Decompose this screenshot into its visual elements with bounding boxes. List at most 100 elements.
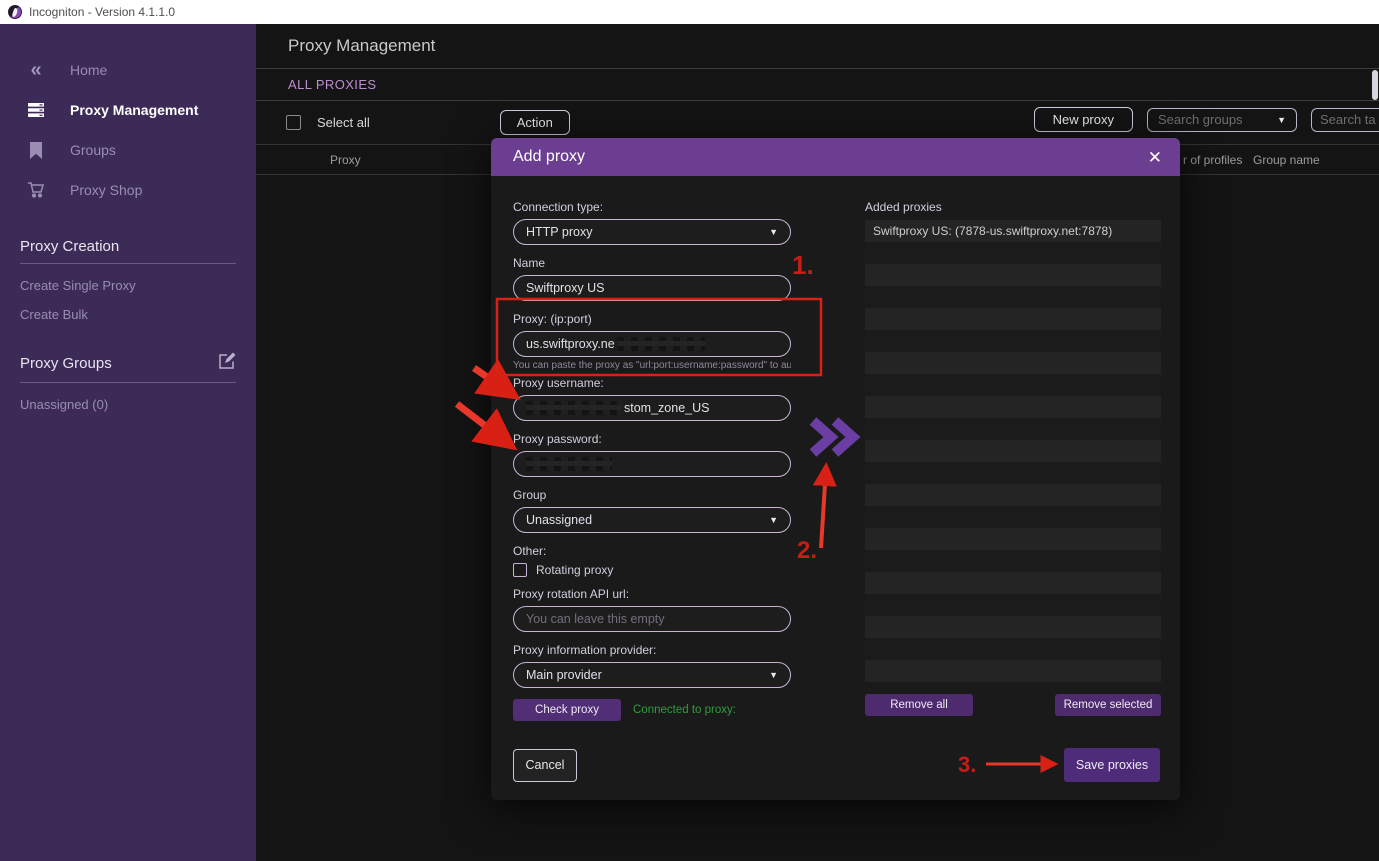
password-input[interactable] — [513, 451, 791, 477]
connection-type-label: Connection type: — [513, 200, 791, 214]
added-proxy-row[interactable] — [865, 330, 1161, 352]
proxy-help-text: You can paste the proxy as "url:port:use… — [513, 360, 791, 371]
search-groups-dropdown[interactable]: Search groups ▼ — [1147, 108, 1297, 132]
column-header-proxy: Proxy — [330, 153, 361, 167]
close-icon[interactable]: ✕ — [1148, 149, 1162, 166]
edit-icon[interactable] — [218, 352, 236, 374]
search-groups-placeholder: Search groups — [1158, 112, 1243, 127]
chevron-down-icon: ▼ — [769, 515, 778, 525]
added-proxy-row[interactable] — [865, 286, 1161, 308]
provider-value: Main provider — [526, 668, 602, 682]
added-proxy-row[interactable] — [865, 264, 1161, 286]
added-proxy-row[interactable] — [865, 594, 1161, 616]
added-proxy-row[interactable] — [865, 638, 1161, 660]
scrollbar-thumb[interactable] — [1372, 70, 1378, 100]
added-proxy-row[interactable] — [865, 396, 1161, 418]
select-all-label: Select all — [317, 115, 370, 130]
chevron-down-icon: ▼ — [1277, 115, 1286, 125]
sidebar-item-label: Proxy Management — [70, 102, 198, 118]
section-title: Proxy Groups — [20, 355, 112, 372]
connection-type-dropdown[interactable]: HTTP proxy ▼ — [513, 219, 791, 245]
sidebar-item-groups[interactable]: Groups — [0, 130, 256, 170]
sidebar-item-proxy-shop[interactable]: Proxy Shop — [0, 170, 256, 210]
username-value: stom_zone_US — [624, 401, 709, 415]
added-proxy-row[interactable] — [865, 550, 1161, 572]
collapse-icon[interactable]: « — [26, 60, 46, 80]
app-logo-icon — [8, 5, 22, 19]
added-proxy-row[interactable]: Swiftproxy US: (7878-us.swiftproxy.net:7… — [865, 220, 1161, 242]
bookmark-icon — [26, 142, 46, 159]
check-proxy-button[interactable]: Check proxy — [513, 699, 621, 721]
search-tags-placeholder: Search ta — [1320, 112, 1376, 127]
rotation-api-label: Proxy rotation API url: — [513, 587, 791, 601]
sidebar-item-home[interactable]: « Home — [0, 50, 256, 90]
app-title: Incogniton - Version 4.1.1.0 — [29, 5, 175, 19]
provider-label: Proxy information provider: — [513, 643, 791, 657]
other-label: Other: — [513, 544, 791, 558]
redacted-blur — [617, 337, 705, 351]
search-tags-input[interactable]: Search ta — [1311, 108, 1379, 132]
add-proxy-modal: Add proxy ✕ Connection type: HTTP proxy … — [491, 138, 1180, 800]
sidebar-section-proxy-creation: Proxy Creation Create Single Proxy Creat… — [20, 238, 236, 322]
name-label: Name — [513, 256, 791, 270]
added-proxies-label: Added proxies — [865, 200, 1161, 214]
modal-header: Add proxy ✕ — [491, 138, 1180, 176]
provider-dropdown[interactable]: Main provider ▼ — [513, 662, 791, 688]
remove-selected-button[interactable]: Remove selected — [1055, 694, 1161, 716]
added-proxy-row[interactable] — [865, 352, 1161, 374]
titlebar: Incogniton - Version 4.1.1.0 — [0, 0, 1379, 24]
added-proxy-row[interactable] — [865, 440, 1161, 462]
modal-title: Add proxy — [513, 148, 585, 166]
sidebar-link-create-bulk[interactable]: Create Bulk — [20, 307, 236, 322]
added-proxy-row[interactable] — [865, 418, 1161, 440]
chevron-down-icon: ▼ — [769, 670, 778, 680]
password-label: Proxy password: — [513, 432, 791, 446]
connection-type-value: HTTP proxy — [526, 225, 592, 239]
proxy-ip-input[interactable]: us.swiftproxy.ne — [513, 331, 791, 357]
rotating-proxy-checkbox[interactable] — [513, 563, 527, 577]
added-proxy-row[interactable] — [865, 660, 1161, 682]
rotation-api-input[interactable]: You can leave this empty — [513, 606, 791, 632]
page-title: Proxy Management — [288, 36, 435, 56]
name-input[interactable]: Swiftproxy US — [513, 275, 791, 301]
section-title: Proxy Creation — [20, 238, 119, 255]
sidebar-link-unassigned-group[interactable]: Unassigned (0) — [20, 397, 236, 412]
column-header-group: Group name — [1253, 153, 1320, 167]
added-proxy-row[interactable] — [865, 572, 1161, 594]
redacted-blur — [526, 401, 622, 415]
added-proxies-list: Swiftproxy US: (7878-us.swiftproxy.net:7… — [865, 220, 1161, 682]
sidebar-item-label: Groups — [70, 142, 116, 158]
group-label: Group — [513, 488, 791, 502]
proxy-ip-value: us.swiftproxy.ne — [526, 337, 615, 351]
column-header-profiles: r of profiles — [1183, 153, 1242, 167]
added-proxy-row[interactable] — [865, 374, 1161, 396]
rotating-proxy-label: Rotating proxy — [536, 563, 613, 577]
proxy-form: Connection type: HTTP proxy ▼ Name Swift… — [513, 200, 791, 721]
redacted-blur — [526, 457, 612, 471]
added-proxy-row[interactable] — [865, 462, 1161, 484]
cancel-button[interactable]: Cancel — [513, 749, 577, 782]
added-proxy-row[interactable] — [865, 616, 1161, 638]
new-proxy-button[interactable]: New proxy — [1034, 107, 1133, 132]
remove-all-button[interactable]: Remove all — [865, 694, 973, 716]
action-button[interactable]: Action — [500, 110, 570, 135]
sidebar: « Home Proxy Management Groups Proxy Sho… — [0, 24, 256, 861]
group-dropdown[interactable]: Unassigned ▼ — [513, 507, 791, 533]
added-proxies-panel: Added proxies Swiftproxy US: (7878-us.sw… — [865, 200, 1161, 716]
sidebar-item-proxy-management[interactable]: Proxy Management — [0, 90, 256, 130]
added-proxy-row[interactable] — [865, 528, 1161, 550]
added-proxy-row[interactable] — [865, 242, 1161, 264]
username-input[interactable]: stom_zone_US — [513, 395, 791, 421]
sidebar-item-label: Proxy Shop — [70, 182, 142, 198]
added-proxy-row[interactable] — [865, 308, 1161, 330]
name-value: Swiftproxy US — [526, 281, 605, 295]
sidebar-item-label: Home — [70, 62, 107, 78]
added-proxy-row[interactable] — [865, 506, 1161, 528]
section-bar: ALL PROXIES — [256, 69, 1379, 101]
added-proxy-row[interactable] — [865, 484, 1161, 506]
select-all-checkbox[interactable] — [286, 115, 301, 130]
save-proxies-button[interactable]: Save proxies — [1064, 748, 1160, 782]
group-value: Unassigned — [526, 513, 592, 527]
sidebar-link-create-single-proxy[interactable]: Create Single Proxy — [20, 278, 236, 293]
proxy-status-text: Connected to proxy: — [633, 704, 736, 716]
